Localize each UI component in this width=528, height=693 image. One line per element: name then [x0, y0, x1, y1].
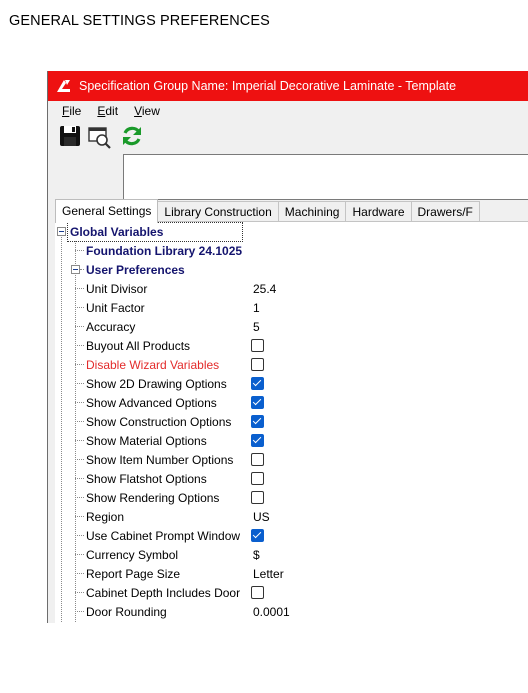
tab-general-settings[interactable]: General Settings: [55, 199, 159, 223]
preference-checkbox[interactable]: [251, 377, 264, 390]
collapse-global-variables-icon[interactable]: [57, 227, 66, 236]
print-preview-icon[interactable]: [87, 124, 113, 150]
window-title: Specification Group Name: Imperial Decor…: [79, 79, 457, 93]
preference-label: Use Cabinet Prompt Window: [86, 528, 241, 543]
preference-label: Cabinet Depth Includes Door: [86, 585, 241, 600]
page-title: GENERAL SETTINGS PREFERENCES: [9, 13, 270, 29]
preference-checkbox[interactable]: [251, 358, 264, 371]
preference-label: Accuracy: [86, 319, 136, 334]
preference-row: Door Rounding 0.0001: [55, 602, 525, 621]
preference-checkbox[interactable]: [251, 434, 264, 447]
preference-value[interactable]: Letter: [253, 567, 284, 581]
preference-label: Show Material Options: [86, 433, 207, 448]
menu-bar: File Edit View: [48, 101, 528, 120]
tab-strip: General Settings Library Construction Ma…: [55, 199, 480, 223]
preference-label: Report Page Size: [86, 566, 181, 581]
preference-checkbox[interactable]: [251, 529, 264, 542]
preference-row: Disable Wizard Variables: [55, 355, 525, 374]
collapse-user-preferences-icon[interactable]: [71, 265, 80, 274]
tree-node-foundation-library[interactable]: Foundation Library 24.1025: [86, 241, 242, 260]
preference-row: Buyout All Products: [55, 336, 525, 355]
preference-label: Unit Divisor: [86, 281, 148, 296]
tree-connector: [80, 269, 84, 270]
preference-value[interactable]: 25.4: [253, 282, 276, 296]
preference-value[interactable]: 5: [253, 320, 260, 334]
preference-checkbox[interactable]: [251, 491, 264, 504]
preference-value[interactable]: 1: [253, 301, 260, 315]
preference-checkbox[interactable]: [251, 339, 264, 352]
preference-row: Show Construction Options: [55, 412, 525, 431]
preference-checkbox[interactable]: [251, 396, 264, 409]
preference-row: Currency Symbol $: [55, 545, 525, 564]
refresh-icon[interactable]: [120, 124, 146, 150]
preference-row: Show Rendering Options: [55, 488, 525, 507]
tree-node-user-preferences[interactable]: User Preferences: [86, 260, 185, 279]
tree-node-global-variables[interactable]: Global Variables: [70, 222, 163, 241]
preference-row: Region US: [55, 507, 525, 526]
tab-library-construction[interactable]: Library Construction: [157, 201, 279, 222]
preference-row: Use Cabinet Prompt Window: [55, 526, 525, 545]
preference-checkbox[interactable]: [251, 472, 264, 485]
preference-label: Currency Symbol: [86, 547, 179, 562]
preference-label: Show Item Number Options: [86, 452, 234, 467]
preference-row: Show Advanced Options: [55, 393, 525, 412]
preference-row: Show Material Options: [55, 431, 525, 450]
preference-row: Accuracy 5: [55, 317, 525, 336]
menu-edit[interactable]: Edit: [97, 104, 118, 118]
preference-label: Region: [86, 509, 125, 524]
preference-row: Show 2D Drawing Options: [55, 374, 525, 393]
menu-file[interactable]: File: [62, 104, 81, 118]
save-icon[interactable]: [58, 124, 84, 150]
preference-value[interactable]: $: [253, 548, 260, 562]
preference-label: Show Flatshot Options: [86, 471, 207, 486]
preference-label: Show Construction Options: [86, 414, 232, 429]
preference-label: Unit Factor: [86, 300, 145, 315]
preference-label: Show 2D Drawing Options: [86, 376, 227, 391]
preference-checkbox[interactable]: [251, 453, 264, 466]
menu-view[interactable]: View: [134, 104, 160, 118]
tab-drawers[interactable]: Drawers/F: [410, 201, 480, 222]
preference-label: Buyout All Products: [86, 338, 191, 353]
preference-checkbox[interactable]: [251, 586, 264, 599]
app-logo-icon: [48, 71, 74, 101]
notes-textbox[interactable]: [123, 154, 528, 200]
window-titlebar[interactable]: Specification Group Name: Imperial Decor…: [48, 71, 528, 101]
tab-machining[interactable]: Machining: [277, 201, 347, 222]
specification-window: Specification Group Name: Imperial Decor…: [47, 71, 528, 623]
tree-connector: [75, 250, 84, 251]
settings-tree-panel: Global Variables Foundation Library 24.1…: [55, 221, 528, 623]
preference-row: Report Page Size Letter: [55, 564, 525, 583]
preference-row: Unit Factor 1: [55, 298, 525, 317]
preference-checkbox[interactable]: [251, 415, 264, 428]
tab-hardware[interactable]: Hardware: [345, 201, 412, 222]
preference-label: Door Rounding: [86, 604, 167, 619]
preference-label: Disable Wizard Variables: [86, 357, 220, 372]
preference-label: Show Rendering Options: [86, 490, 220, 505]
toolbar: [48, 121, 528, 153]
preference-row: Show Item Number Options: [55, 450, 525, 469]
preference-value[interactable]: US: [253, 510, 270, 524]
preference-row: Show Flatshot Options: [55, 469, 525, 488]
preference-value[interactable]: 0.0001: [253, 605, 290, 619]
preference-row: Cabinet Depth Includes Door: [55, 583, 525, 602]
preference-row: Unit Divisor 25.4: [55, 279, 525, 298]
preference-label: Show Advanced Options: [86, 395, 217, 410]
